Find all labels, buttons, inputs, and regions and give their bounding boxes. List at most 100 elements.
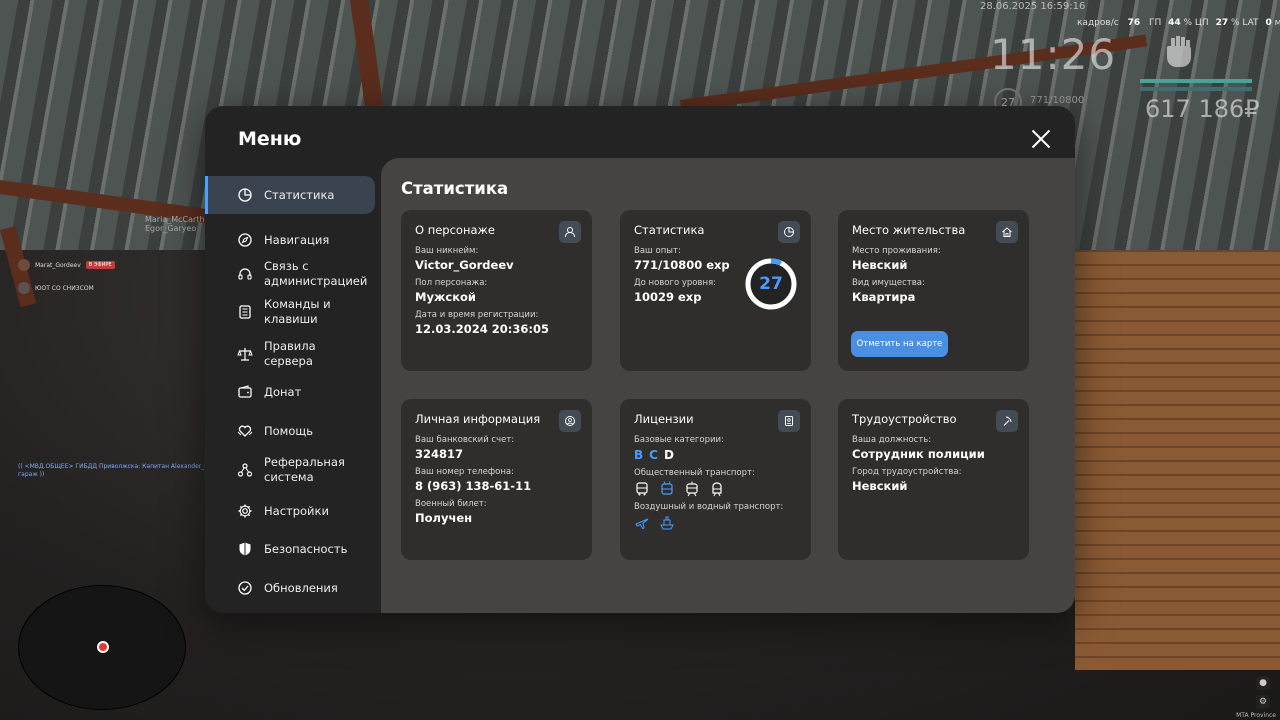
avatar xyxy=(18,282,30,294)
cpu-value: 27 xyxy=(1215,18,1229,28)
job-city-value: Невский xyxy=(852,479,908,493)
place-value: Невский xyxy=(852,258,908,272)
sidebar-item-1[interactable]: Статистика xyxy=(205,176,375,214)
armor-bar xyxy=(1140,87,1252,91)
shield-icon xyxy=(237,541,253,557)
settings-gear-icon[interactable]: ⚙ xyxy=(1256,695,1270,709)
pie-chart-icon xyxy=(237,187,253,203)
license-categories: BCD xyxy=(634,448,797,462)
card-residence: Место жительства Место проживания: Невск… xyxy=(838,210,1029,371)
sidebar-item-9[interactable]: Настройки xyxy=(205,495,375,527)
headset-icon xyxy=(237,266,253,282)
sidebar-item-label: Настройки xyxy=(264,503,329,518)
nick-label: Ваш никнейм: xyxy=(415,246,479,256)
fps-label: кадров/с xyxy=(1077,18,1119,28)
tram-icon xyxy=(686,481,698,497)
mark-on-map-button[interactable]: Отметить на карте xyxy=(851,331,948,357)
sidebar-item-4[interactable]: Команды и клавиши xyxy=(205,296,375,328)
sidebar-item-8[interactable]: Реферальная система xyxy=(205,454,375,486)
page-title: Статистика xyxy=(401,179,509,198)
bank-label: Ваш банковский счет: xyxy=(415,435,515,445)
property-label: Вид имущества: xyxy=(852,278,925,288)
hud-performance: кадров/с 76 ГП 44 % ЦП 27 % LAT 0 мс xyxy=(1077,18,1280,28)
plane-icon xyxy=(635,518,649,530)
player-feed: Marat_Gordeev В ЭФИРЕ ЮОТ СО СНИЗСОМ xyxy=(18,259,115,305)
card-title: Место жительства xyxy=(852,223,966,237)
sidebar-item-label: Помощь xyxy=(264,423,314,438)
check-circle-icon xyxy=(237,580,253,596)
minimap[interactable] xyxy=(18,585,186,710)
military-label: Военный билет: xyxy=(415,499,487,509)
main-menu: Меню Статистика Навигация Связь с админист… xyxy=(205,106,1075,613)
menu-title: Меню xyxy=(238,128,302,150)
close-icon[interactable] xyxy=(1031,129,1051,149)
keyboard-icon xyxy=(237,304,253,320)
phone-label: Ваш номер телефона: xyxy=(415,467,514,477)
sidebar-item-label: Правила сервера xyxy=(264,339,316,368)
license-d: D xyxy=(663,448,680,462)
sidebar-item-7[interactable]: Помощь xyxy=(205,415,375,447)
sidebar-item-label: Донат xyxy=(264,384,302,399)
level-value: 27 xyxy=(759,274,783,294)
public-transport-icons xyxy=(634,481,797,497)
fps-value: 76 xyxy=(1127,18,1141,28)
card-title: О персонаже xyxy=(415,223,495,237)
health-bar xyxy=(1140,79,1252,83)
sidebar-item-3[interactable]: Связь с администрацией xyxy=(205,258,375,290)
sidebar-item-label: Обновления xyxy=(264,580,338,595)
property-value: Квартира xyxy=(852,290,916,304)
microphone-icon[interactable]: ● xyxy=(1256,676,1270,690)
public-transport-label: Общественный транспорт: xyxy=(634,468,755,478)
air-water-transport-icons xyxy=(634,515,797,531)
house-icon xyxy=(996,221,1018,243)
card-stats: Статистика Ваш опыт: 771/10800 exp До но… xyxy=(620,210,811,371)
sex-label: Пол персонажа: xyxy=(415,278,488,288)
bus-icon xyxy=(636,482,648,496)
sex-value: Мужской xyxy=(415,290,476,304)
fist-icon xyxy=(1166,36,1191,67)
hud-clock: 11:26 xyxy=(990,30,1117,79)
wallet-icon xyxy=(237,384,253,400)
sidebar-item-10[interactable]: Безопасность xyxy=(205,533,375,565)
card-licenses: Лицензии Базовые категории: BCD Обществе… xyxy=(620,399,811,560)
content-panel: Статистика О персонаже Ваш никнейм: Vict… xyxy=(381,158,1075,613)
lat-value: 0 xyxy=(1265,18,1272,28)
lat-unit: мс xyxy=(1274,18,1280,28)
pickaxe-icon xyxy=(996,410,1018,432)
user-icon xyxy=(559,221,581,243)
train-icon xyxy=(712,482,722,497)
sidebar-item-5[interactable]: Правила сервера xyxy=(205,338,375,370)
heart-hands-icon xyxy=(237,423,253,439)
position-label: Ваша должность: xyxy=(852,435,932,445)
sidebar-item-label: Команды и клавиши xyxy=(264,297,331,326)
military-value: Получен xyxy=(415,511,473,525)
gpu-label: ГП xyxy=(1148,18,1162,28)
sidebar-item-label: Реферальная система xyxy=(264,455,345,484)
id-badge-icon xyxy=(778,410,800,432)
license-b: B xyxy=(634,448,650,462)
map-pin-icon xyxy=(97,641,109,653)
hud-datetime: 28.06.2025 16:59:16 xyxy=(980,1,1086,12)
place-label: Место проживания: xyxy=(852,246,941,256)
bank-value: 324817 xyxy=(415,447,464,461)
sidebar-item-11[interactable]: Обновления xyxy=(205,572,375,604)
sidebar-item-label: Связь с администрацией xyxy=(264,259,368,288)
brick-wall xyxy=(1075,250,1280,670)
gpu-value: 44 xyxy=(1168,18,1181,28)
card-title: Лицензии xyxy=(634,412,694,426)
reg-label: Дата и время регистрации: xyxy=(415,310,539,320)
sidebar-item-6[interactable]: Донат xyxy=(205,376,375,408)
live-badge: В ЭФИРЕ xyxy=(85,261,115,269)
job-city-label: Город трудоустройства: xyxy=(852,467,962,477)
feed-name: Marat_Gordeev xyxy=(35,261,81,269)
card-title: Статистика xyxy=(634,223,705,237)
avatar xyxy=(18,259,30,271)
sidebar-item-2[interactable]: Навигация xyxy=(205,224,375,256)
feed-row: ЮОТ СО СНИЗСОМ xyxy=(18,282,115,294)
cpu-label: % ЦП xyxy=(1183,18,1209,28)
sidebar-item-label: Безопасность xyxy=(264,541,348,556)
mta-label: MTA Province xyxy=(1236,712,1276,719)
card-character: О персонаже Ваш никнейм: Victor_Gordeev … xyxy=(401,210,592,371)
reg-value: 12.03.2024 20:36:05 xyxy=(415,322,549,336)
base-categories-label: Базовые категории: xyxy=(634,435,724,445)
